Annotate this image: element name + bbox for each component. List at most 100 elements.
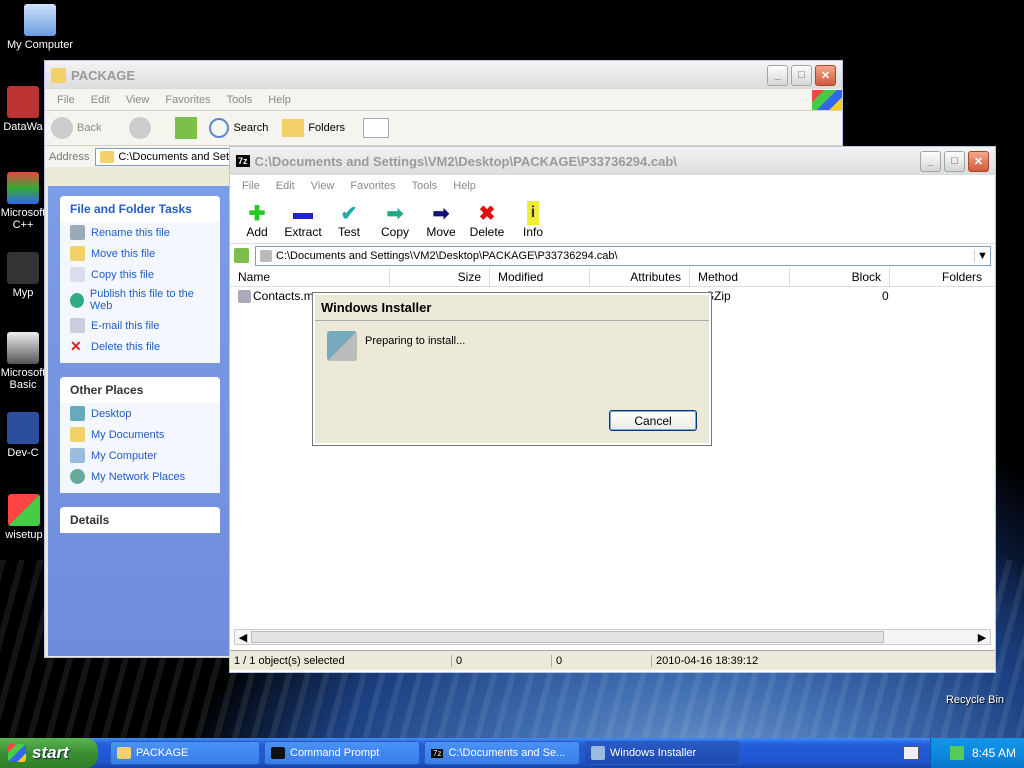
archive-icon (260, 249, 272, 262)
test-button[interactable]: ✔ Test (328, 201, 370, 240)
task-move[interactable]: Move this file (60, 243, 220, 264)
msi-file-icon (238, 289, 251, 303)
desktop-icon-datawa[interactable]: DataWa (0, 86, 48, 133)
place-my-documents[interactable]: My Documents (60, 424, 220, 445)
installer-titlebar[interactable]: Windows Installer (315, 295, 709, 321)
back-arrow-icon[interactable] (51, 117, 73, 139)
col-block[interactable]: Block (790, 267, 890, 286)
place-my-computer[interactable]: My Computer (60, 445, 220, 466)
forward-arrow-icon[interactable] (129, 117, 152, 139)
menu-tools[interactable]: Tools (219, 94, 261, 106)
email-icon (70, 318, 85, 333)
other-places-heading[interactable]: Other Places (60, 377, 220, 403)
up-folder-icon[interactable] (175, 117, 198, 139)
menu-favorites[interactable]: Favorites (342, 180, 403, 192)
horizontal-scrollbar[interactable]: ◀ ▶ (234, 629, 991, 645)
taskbar-button-cmd[interactable]: Command Prompt (264, 741, 420, 765)
desktop-icon-recycle-bin[interactable]: Recycle Bin (940, 694, 1010, 706)
app-icon (7, 86, 39, 118)
delete-x-icon: ✖ (478, 202, 496, 225)
sevenzip-toolbar: ✚ Add ▬ Extract ✔ Test ➡ Copy ➡ Move ✖ Delete … (230, 197, 995, 243)
close-button[interactable]: ✕ (968, 150, 989, 172)
network-icon[interactable] (949, 746, 964, 760)
app-icon (7, 252, 39, 284)
delete-button[interactable]: ✖ Delete (466, 201, 508, 240)
place-desktop[interactable]: Desktop (60, 403, 220, 424)
maximize-button[interactable]: □ (944, 150, 965, 172)
file-folder-tasks-panel: File and Folder Tasks Rename this file M… (60, 196, 220, 363)
file-folder-tasks-heading[interactable]: File and Folder Tasks (60, 196, 220, 222)
desktop-icon (70, 406, 85, 421)
menu-help[interactable]: Help (445, 180, 484, 192)
copy-arrow-icon: ➡ (386, 202, 404, 225)
delete-x-icon: ✕ (70, 338, 82, 354)
menu-view[interactable]: View (303, 180, 343, 192)
move-button[interactable]: ➡ Move (420, 201, 462, 240)
col-attributes[interactable]: Attributes (590, 267, 690, 286)
views-icon[interactable] (363, 118, 390, 138)
desktop-icon-myp[interactable]: Myp (0, 252, 48, 299)
computer-icon (24, 4, 56, 36)
installer-icon (327, 331, 357, 361)
back-button[interactable]: Back (77, 122, 101, 134)
taskbar-button-package[interactable]: PACKAGE (110, 741, 260, 765)
installer-message: Preparing to install... (365, 335, 466, 347)
menu-view[interactable]: View (118, 94, 158, 106)
col-folders[interactable]: Folders (890, 267, 990, 286)
menu-tools[interactable]: Tools (404, 180, 446, 192)
task-rename[interactable]: Rename this file (60, 222, 220, 243)
start-button[interactable]: start (0, 738, 98, 768)
desktop-icon-ms-basic[interactable]: Microsoft Basic (0, 332, 48, 391)
menu-favorites[interactable]: Favorites (157, 94, 218, 106)
explorer-title: PACKAGE (71, 67, 136, 83)
search-icon[interactable] (209, 118, 230, 138)
minus-icon: ▬ (293, 201, 313, 224)
desktop-icon-my-computer[interactable]: My Computer (0, 4, 80, 51)
clock[interactable]: 8:45 AM (972, 746, 1016, 760)
cancel-button[interactable]: Cancel (609, 410, 697, 431)
details-heading[interactable]: Details (60, 507, 220, 533)
folders-button[interactable]: Folders (308, 122, 345, 134)
desktop-icon-ms-cpp[interactable]: Microsoft C++ (0, 172, 48, 231)
col-modified[interactable]: Modified (490, 267, 590, 286)
col-name[interactable]: Name (230, 267, 390, 286)
menu-file[interactable]: File (49, 94, 83, 106)
taskbar-button-installer[interactable]: Windows Installer (584, 741, 740, 765)
extract-button[interactable]: ▬ Extract (282, 201, 324, 240)
task-delete[interactable]: ✕ Delete this file (60, 336, 220, 357)
task-email[interactable]: E-mail this file (60, 315, 220, 336)
copy-button[interactable]: ➡ Copy (374, 201, 416, 240)
minimize-button[interactable]: _ (767, 64, 788, 86)
explorer-titlebar[interactable]: PACKAGE _ □ ✕ (45, 61, 842, 89)
menu-file[interactable]: File (234, 180, 268, 192)
desktop-icon-devc[interactable]: Dev-C (0, 412, 48, 459)
add-button[interactable]: ✚ Add (236, 201, 278, 240)
explorer-toolbar: Back Search Folders (45, 111, 842, 145)
menu-edit[interactable]: Edit (83, 94, 118, 106)
sevenzip-titlebar[interactable]: 7z C:\Documents and Settings\VM2\Desktop… (230, 147, 995, 175)
menu-edit[interactable]: Edit (268, 180, 303, 192)
dropdown-arrow-icon[interactable]: ▼ (974, 249, 990, 262)
scrollbar-thumb[interactable] (251, 631, 884, 643)
col-size[interactable]: Size (390, 267, 490, 286)
maximize-button[interactable]: □ (791, 64, 812, 86)
move-arrow-icon: ➡ (432, 202, 450, 225)
col-method[interactable]: Method (690, 267, 790, 286)
info-button[interactable]: i Info (512, 201, 554, 239)
up-folder-icon[interactable] (234, 248, 249, 263)
menu-help[interactable]: Help (260, 94, 299, 106)
taskbar-button-7zip[interactable]: 7z C:\Documents and Se... (424, 741, 580, 765)
keyboard-icon[interactable] (903, 746, 919, 760)
scroll-left-icon[interactable]: ◀ (235, 631, 251, 644)
task-copy[interactable]: Copy this file (60, 264, 220, 285)
explorer-task-pane: File and Folder Tasks Rename this file M… (48, 186, 234, 656)
folders-icon[interactable] (282, 119, 305, 137)
system-tray: 8:45 AM (930, 738, 1024, 768)
path-combobox[interactable]: C:\Documents and Settings\VM2\Desktop\PA… (255, 245, 991, 266)
close-button[interactable]: ✕ (815, 64, 836, 86)
minimize-button[interactable]: _ (920, 150, 941, 172)
search-button[interactable]: Search (233, 122, 268, 134)
place-network[interactable]: My Network Places (60, 466, 220, 487)
task-publish[interactable]: Publish this file to the Web (60, 285, 220, 315)
scroll-right-icon[interactable]: ▶ (974, 631, 990, 644)
